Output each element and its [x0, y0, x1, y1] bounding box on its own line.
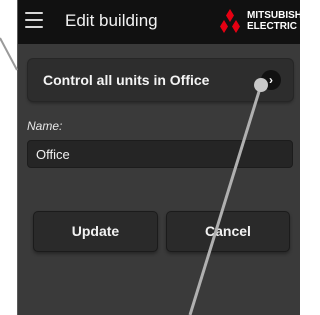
app-screen: Edit building MITSUBISHI ELECTRIC Contro…: [17, 0, 300, 315]
mitsubishi-diamonds-icon: [220, 9, 240, 33]
logo-text-line2: ELECTRIC: [247, 21, 297, 32]
logo-text-line1: MITSUBISHI: [247, 10, 300, 21]
name-input[interactable]: [27, 140, 293, 168]
name-label: Name:: [27, 119, 63, 133]
control-all-units-button[interactable]: Control all units in Office ›: [28, 59, 293, 101]
hamburger-menu-icon[interactable]: [25, 12, 43, 30]
mitsubishi-electric-logo: MITSUBISHI ELECTRIC: [216, 8, 300, 38]
cancel-button[interactable]: Cancel: [166, 211, 290, 252]
app-header: Edit building MITSUBISHI ELECTRIC: [18, 0, 300, 44]
control-all-units-label: Control all units in Office: [43, 72, 210, 88]
annotation-leader-line-left: [0, 37, 18, 71]
update-button[interactable]: Update: [33, 211, 158, 252]
page-title: Edit building: [65, 11, 158, 30]
chevron-right-icon: ›: [261, 70, 281, 90]
